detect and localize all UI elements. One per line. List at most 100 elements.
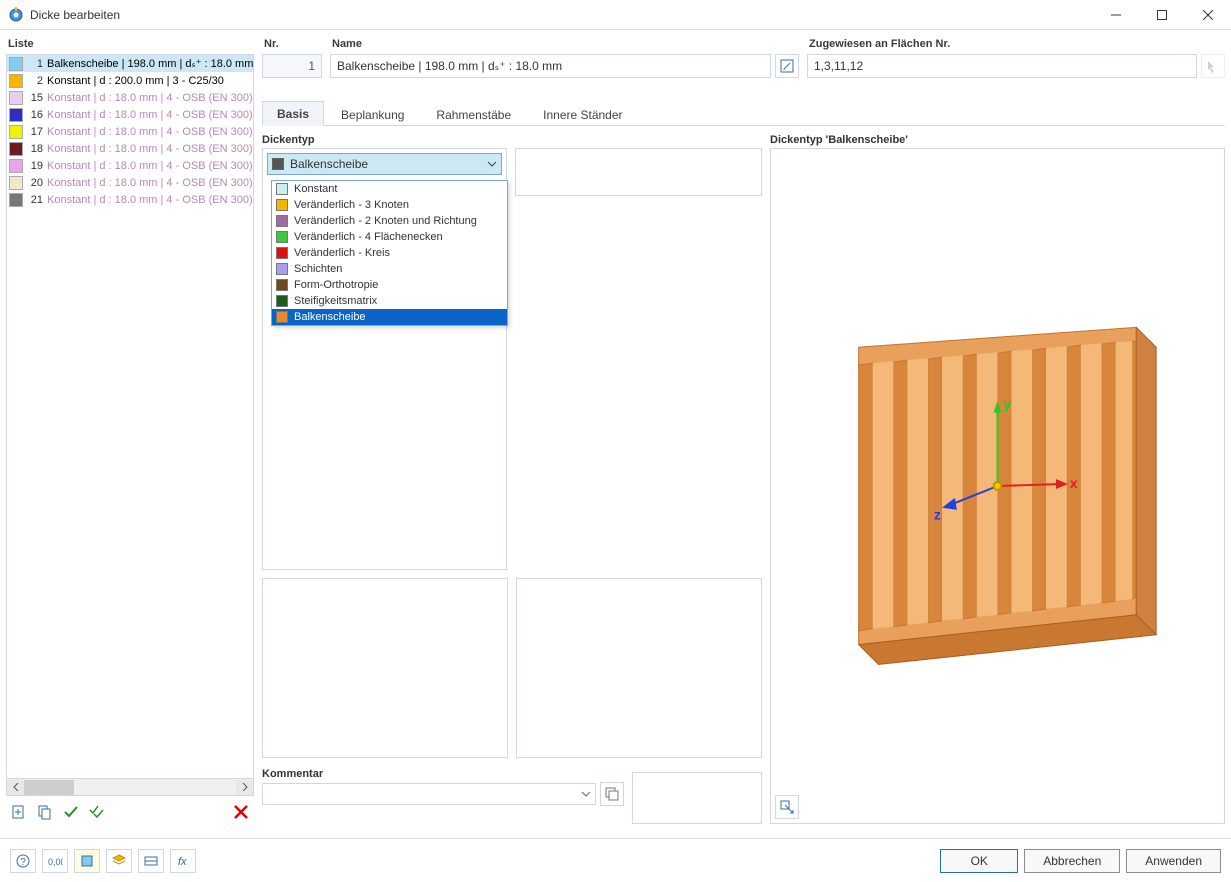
svg-text:z: z: [934, 507, 941, 523]
scroll-left-arrow-icon[interactable]: [7, 780, 24, 795]
list-item-label: Konstant | d : 200.0 mm | 3 - C25/30: [47, 75, 224, 87]
dropdown-item[interactable]: Form-Orthotropie: [272, 277, 507, 293]
list-item-number: 20: [25, 177, 43, 189]
color-swatch-icon: [9, 108, 23, 122]
close-button[interactable]: [1185, 0, 1231, 30]
dropdown-swatch-icon: [276, 247, 288, 259]
svg-text:0,00: 0,00: [48, 857, 63, 867]
list-item-number: 18: [25, 143, 43, 155]
dropdown-swatch-icon: [276, 199, 288, 211]
window-title: Dicke bearbeiten: [30, 8, 1093, 22]
name-field[interactable]: Balkenscheibe | 198.0 mm | dₛ⁺ : 18.0 mm: [330, 54, 771, 78]
preview-tool-button[interactable]: [775, 795, 799, 819]
preview-box[interactable]: y x z: [770, 148, 1225, 824]
units-button[interactable]: 0,00: [42, 849, 68, 873]
empty-panel-bottom-right: [516, 578, 762, 758]
cancel-button[interactable]: Abbrechen: [1024, 849, 1120, 873]
dickentyp-combo[interactable]: Balkenscheibe KonstantVeränderlich - 3 K…: [267, 153, 502, 175]
color-swatch-icon: [9, 176, 23, 190]
dropdown-swatch-icon: [276, 215, 288, 227]
dropdown-item-label: Veränderlich - 3 Knoten: [294, 199, 409, 211]
copy-item-button[interactable]: [34, 801, 56, 823]
dropdown-item[interactable]: Veränderlich - 4 Flächenecken: [272, 229, 507, 245]
list-item-number: 21: [25, 194, 43, 206]
color-button[interactable]: [74, 849, 100, 873]
kommentar-combo[interactable]: [262, 783, 596, 805]
function-button[interactable]: fx: [170, 849, 196, 873]
list-item-number: 2: [25, 75, 43, 87]
dropdown-item[interactable]: Veränderlich - 2 Knoten und Richtung: [272, 213, 507, 229]
check-all-button[interactable]: [86, 801, 108, 823]
empty-top-right-label: [515, 132, 762, 148]
tab-rahmenstäbe[interactable]: Rahmenstäbe: [421, 102, 526, 126]
list-item-number: 15: [25, 92, 43, 104]
dickentyp-box: Balkenscheibe Konstant Veränderlich - 3 K…: [262, 148, 507, 570]
dropdown-item-label: Veränderlich - 4 Flächenecken: [294, 231, 443, 243]
color-swatch-icon: [9, 159, 23, 173]
tab-beplankung[interactable]: Beplankung: [326, 102, 419, 126]
ok-button[interactable]: OK: [940, 849, 1018, 873]
dropdown-item[interactable]: Veränderlich - 3 Knoten: [272, 197, 507, 213]
list-item[interactable]: 16Konstant | d : 18.0 mm | 4 - OSB (EN 3…: [7, 106, 253, 123]
list-item-number: 17: [25, 126, 43, 138]
apply-button[interactable]: Anwenden: [1126, 849, 1221, 873]
color-swatch-icon: [9, 125, 23, 139]
dickentyp-dropdown[interactable]: Konstant Veränderlich - 3 Knoten Veränderl…: [271, 180, 508, 326]
list-container[interactable]: 1Balkenscheibe | 198.0 mm | dₛ⁺ : 18.0 m…: [6, 54, 254, 779]
new-item-button[interactable]: [8, 801, 30, 823]
view-button[interactable]: [138, 849, 164, 873]
dropdown-item[interactable]: Schichten: [272, 261, 507, 277]
svg-text:fx: fx: [178, 856, 187, 868]
list-item[interactable]: 18 Konstant | d : 18.0 mm | 4 - OSB (EN 3…: [7, 140, 253, 157]
dropdown-item[interactable]: Balkenscheibe: [272, 309, 507, 325]
list-item-label: Konstant | d : 18.0 mm | 4 - OSB (EN 300…: [47, 92, 253, 104]
dropdown-item-label: Veränderlich - Kreis: [294, 247, 390, 259]
dropdown-item[interactable]: Konstant: [272, 181, 507, 197]
tab-basis[interactable]: Basis: [262, 101, 324, 126]
edit-name-button[interactable]: [775, 54, 799, 78]
list-item[interactable]: 15 Konstant | d : 18.0 mm | 4 - OSB (EN 3…: [7, 89, 253, 106]
nr-field: 1: [262, 54, 322, 78]
dropdown-swatch-icon: [276, 279, 288, 291]
empty-panel-bottom-left: [262, 578, 508, 758]
tab-innere-ständer[interactable]: Innere Ständer: [528, 102, 637, 126]
scroll-right-arrow-icon[interactable]: [236, 780, 253, 795]
assigned-field[interactable]: 1,3,11,12: [807, 54, 1197, 78]
list-hscroll[interactable]: [6, 779, 254, 796]
kommentar-label: Kommentar: [262, 766, 624, 782]
name-label: Name: [330, 36, 799, 54]
list-item-number: 19: [25, 160, 43, 172]
list-item[interactable]: 21Konstant | d : 18.0 mm | 4 - OSB (EN 3…: [7, 191, 253, 208]
dropdown-item-label: Form-Orthotropie: [294, 279, 378, 291]
maximize-button[interactable]: [1139, 0, 1185, 30]
dropdown-item-label: Konstant: [294, 183, 337, 195]
dropdown-item-label: Veränderlich - 2 Knoten und Richtung: [294, 215, 477, 227]
list-item[interactable]: 1Balkenscheibe | 198.0 mm | dₛ⁺ : 18.0 m…: [7, 55, 253, 72]
help-button[interactable]: ?: [10, 849, 36, 873]
list-item[interactable]: 2 Konstant | d : 200.0 mm | 3 - C25/30: [7, 72, 253, 89]
scroll-thumb[interactable]: [24, 780, 74, 795]
list-item[interactable]: 19 Konstant | d : 18.0 mm | 4 - OSB (EN 3…: [7, 157, 253, 174]
list-item[interactable]: 17Konstant | d : 18.0 mm | 4 - OSB (EN 3…: [7, 123, 253, 140]
list-item-label: Konstant | d : 18.0 mm | 4 - OSB (EN 300…: [47, 160, 253, 172]
kommentar-library-button[interactable]: [600, 782, 624, 806]
nr-label: Nr.: [262, 36, 322, 54]
titlebar: Dicke bearbeiten: [0, 0, 1231, 30]
combo-swatch-icon: [272, 158, 284, 170]
minimize-button[interactable]: [1093, 0, 1139, 30]
layers-button[interactable]: [106, 849, 132, 873]
list-item[interactable]: 20Konstant | d : 18.0 mm | 4 - OSB (EN 3…: [7, 174, 253, 191]
svg-text:y: y: [1003, 396, 1011, 412]
dropdown-item[interactable]: Steifigkeitsmatrix: [272, 293, 507, 309]
list-item-number: 16: [25, 109, 43, 121]
preview-svg: y x z: [771, 149, 1224, 823]
chevron-down-icon: [487, 159, 497, 169]
preview-label: Dickentyp 'Balkenscheibe': [770, 132, 1225, 148]
dropdown-item-label: Schichten: [294, 263, 342, 275]
svg-text:x: x: [1070, 475, 1078, 491]
list-item-label: Konstant | d : 18.0 mm | 4 - OSB (EN 300…: [47, 143, 253, 155]
check-button[interactable]: [60, 801, 82, 823]
dropdown-item[interactable]: Veränderlich - Kreis: [272, 245, 507, 261]
delete-button[interactable]: [230, 801, 252, 823]
list-header: Liste: [6, 36, 254, 54]
